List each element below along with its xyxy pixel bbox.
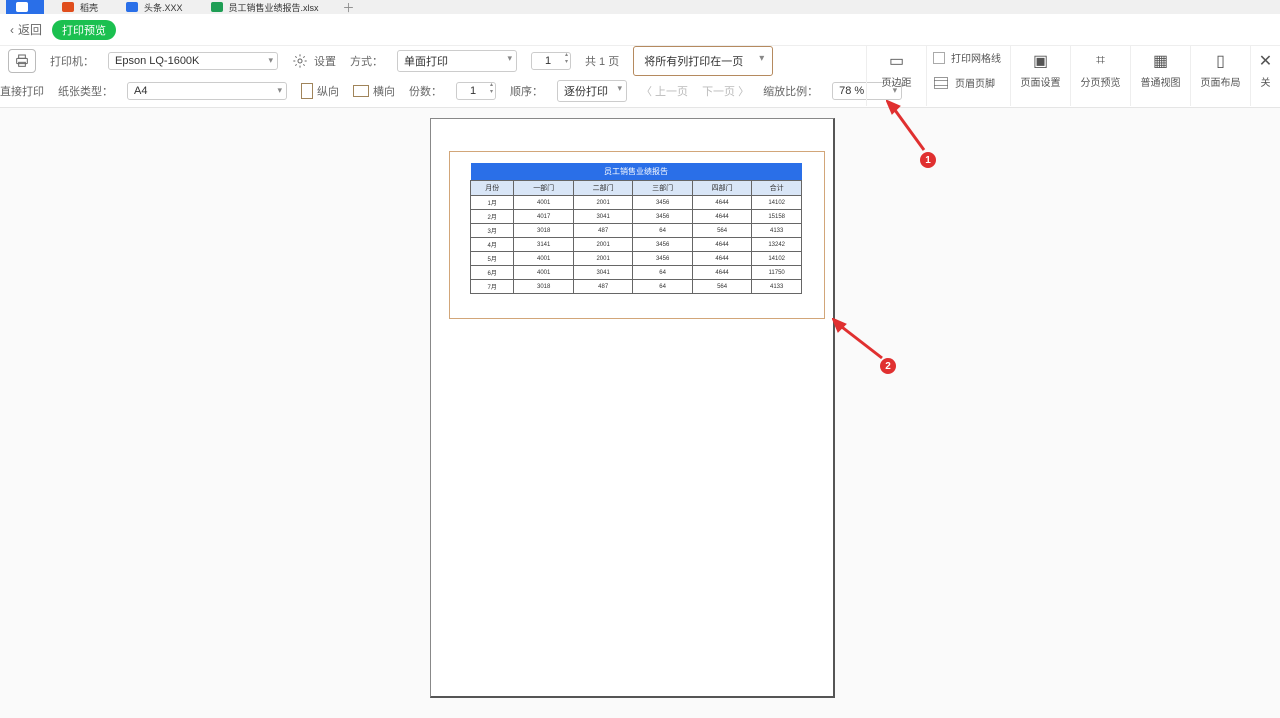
preview-canvas: 员工销售业绩报告 月份一部门二部门三部门四部门合计 1月400120013456… (0, 108, 1280, 718)
table-title: 员工销售业绩报告 (471, 163, 802, 181)
annotation-arrow-1 (886, 100, 936, 160)
app-tab-current[interactable]: 员工销售业绩报告.xlsx (201, 0, 329, 14)
page-from-spinner[interactable]: 1 (531, 52, 571, 70)
normal-view-button[interactable]: ▦ 普通视图 (1130, 46, 1190, 106)
app-tab-home[interactable] (6, 0, 44, 14)
mode-badge: 打印预览 (52, 20, 116, 40)
page-layout-button[interactable]: ▯ 页面布局 (1190, 46, 1250, 106)
print-options-group: 打印网格线 页眉页脚 (926, 46, 1010, 106)
header-footer-button[interactable]: 页眉页脚 (933, 75, 995, 90)
app-tab-doc2[interactable]: 稻壳 (52, 0, 108, 14)
preview-page[interactable]: 员工销售业绩报告 月份一部门二部门三部门四部门合计 1月400120013456… (430, 118, 835, 698)
back-row: ‹ 返回 打印预览 (0, 14, 1280, 46)
copies-spinner[interactable]: 1 (456, 82, 496, 100)
printer-settings-button[interactable]: 设置 (292, 53, 336, 69)
annotation-badge-1: 1 (920, 152, 936, 168)
preview-table: 员工销售业绩报告 月份一部门二部门三部门四部门合计 1月400120013456… (470, 163, 802, 294)
close-preview-button[interactable]: ✕ 关 (1250, 46, 1280, 106)
app-tab-doc3[interactable]: 头条.XXX (116, 0, 193, 14)
page-setup-icon: ▣ (1029, 50, 1053, 72)
orientation-landscape-button[interactable]: 横向 (353, 83, 395, 99)
collate-select[interactable]: 逐份打印 (557, 80, 627, 102)
app-tabbar: 稻壳 头条.XXX 员工销售业绩报告.xlsx ＋ (0, 0, 1280, 14)
margins-icon: ▭ (885, 50, 909, 72)
zoom-label: 缩放比例： (763, 83, 818, 99)
table-header: 月份 (471, 181, 514, 196)
table-row: 7月3018487645644133 (471, 280, 802, 294)
grid-icon: ▦ (1149, 50, 1173, 72)
page-setup-button[interactable]: ▣ 页面设置 (1010, 46, 1070, 106)
layout-icon: ▯ (1209, 50, 1233, 72)
print-icon[interactable] (8, 49, 36, 73)
margins-button[interactable]: ▭ 页边距 (866, 46, 926, 106)
table-row: 6月4001304164464411750 (471, 266, 802, 280)
close-icon: ✕ (1254, 50, 1278, 72)
print-gridlines-checkbox[interactable]: 打印网格线 (933, 50, 1001, 65)
print-mode-label: 方式： (350, 53, 383, 69)
orientation-portrait-button[interactable]: 纵向 (301, 83, 339, 99)
table-row: 3月3018487645644133 (471, 224, 802, 238)
page-count-label: 共 1 页 (585, 53, 619, 69)
table-row: 2月401730413456464415158 (471, 210, 802, 224)
direct-print-label[interactable]: 直接打印 (0, 83, 44, 99)
table-row: 4月314120013456464413242 (471, 238, 802, 252)
back-button[interactable]: ‹ 返回 (10, 21, 42, 38)
copies-label: 份数： (409, 83, 442, 99)
table-header: 四部门 (692, 181, 751, 196)
print-mode-select[interactable]: 单面打印 (397, 50, 517, 72)
printer-select[interactable]: Epson LQ-1600K (108, 52, 278, 70)
paper-type-select[interactable]: A4 (127, 82, 287, 100)
paper-type-label: 纸张类型： (58, 83, 113, 99)
print-ribbon: 打印机： Epson LQ-1600K 设置 方式： 单面打印 1 共 1 页 … (0, 46, 1280, 108)
table-header: 一部门 (514, 181, 573, 196)
table-row: 5月400120013456464414102 (471, 252, 802, 266)
order-label: 顺序： (510, 83, 543, 99)
new-tab-button[interactable]: ＋ (337, 0, 361, 14)
annotation-badge-2: 2 (880, 358, 896, 374)
table-header: 三部门 (633, 181, 692, 196)
table-row: 1月400120013456464414102 (471, 196, 802, 210)
next-page-button[interactable]: 下一页 〉 (702, 83, 749, 99)
page-break-icon: ⌗ (1089, 50, 1113, 72)
scale-fit-select[interactable]: 将所有列打印在一页 (633, 46, 773, 76)
prev-page-button[interactable]: 〈 上一页 (641, 83, 688, 99)
table-header: 合计 (752, 181, 802, 196)
page-break-preview-button[interactable]: ⌗ 分页预览 (1070, 46, 1130, 106)
print-area-frame: 员工销售业绩报告 月份一部门二部门三部门四部门合计 1月400120013456… (449, 151, 825, 319)
table-header: 二部门 (573, 181, 632, 196)
printer-label: 打印机： (50, 53, 94, 69)
